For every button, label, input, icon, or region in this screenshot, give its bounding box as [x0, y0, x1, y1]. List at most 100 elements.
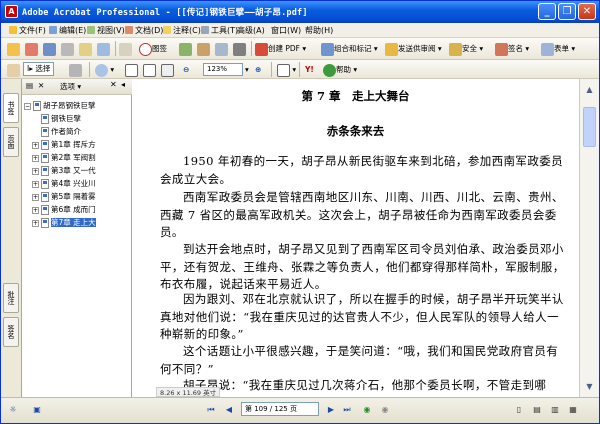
- navigation-toolbar: I▸ 选择 ▾ ⊖ 123% ▾ ⊕ ▾ Y! 帮助 ▾: [1, 60, 599, 79]
- window-title: Adobe Acrobat Professional - [[传记]钢铁巨擘——…: [22, 8, 308, 18]
- attach-button[interactable]: [197, 41, 210, 56]
- scroll-down-icon[interactable]: ▼: [583, 380, 596, 393]
- create-pdf-small-button[interactable]: [25, 41, 38, 56]
- create-pdf-button[interactable]: 创建 PDF ▾: [255, 41, 306, 56]
- delete-bookmark-icon[interactable]: ✕: [38, 81, 44, 90]
- expand-icon[interactable]: +: [32, 141, 39, 149]
- expand-icon[interactable]: +: [32, 180, 39, 188]
- zoom-out-button[interactable]: ⊖: [183, 62, 189, 77]
- actual-size-button[interactable]: [125, 62, 138, 77]
- magnifier-icon: [95, 63, 108, 77]
- status-bar: ☼ ▣ ⏮ ◀ 第 109 / 125 页 ▶ ⏭ ◉ ◉ ▯ ▤ ▥ ▦: [1, 397, 599, 423]
- minimize-button[interactable]: _: [538, 3, 556, 20]
- menu-help-label: 帮助(H): [305, 26, 334, 35]
- bookmark-item[interactable]: + 第7章 走上大: [32, 216, 96, 230]
- search-button[interactable]: [97, 41, 110, 56]
- page-number-field[interactable]: 第 109 / 125 页: [241, 402, 319, 416]
- save-button[interactable]: [43, 41, 56, 56]
- sign-button[interactable]: 签名 ▾: [495, 41, 529, 56]
- single-page-icon[interactable]: ▯: [513, 403, 525, 417]
- document-view: 第 7 章 走上大舞台 赤条条来去 1950 年初春的一天，胡子昂从新民街驱车来…: [132, 79, 579, 397]
- yahoo-search-button[interactable]: Y!: [305, 62, 314, 77]
- menu-edit[interactable]: 编辑(E): [49, 25, 86, 36]
- zoom-level-field[interactable]: 123%: [203, 63, 243, 76]
- tab-pages[interactable]: 页面: [3, 127, 19, 157]
- tab-bookmarks[interactable]: 书签: [3, 93, 19, 123]
- next-page-button[interactable]: ▶: [325, 403, 337, 417]
- menu-comments[interactable]: 注释(C): [163, 25, 201, 36]
- zoom-tool-button[interactable]: ▾: [95, 62, 114, 77]
- tab-signatures[interactable]: 签名: [3, 317, 19, 347]
- menu-comments-label: 注释(C): [173, 26, 201, 35]
- vertical-scrollbar[interactable]: ▲ ▼: [579, 79, 599, 397]
- snapshot-button[interactable]: [69, 62, 82, 77]
- hand-tool-button[interactable]: [7, 62, 20, 77]
- close-button[interactable]: ✕: [578, 3, 596, 20]
- bookmark-item[interactable]: 作者简介: [32, 125, 81, 139]
- collapse-icon[interactable]: −: [24, 102, 31, 110]
- expand-icon[interactable]: +: [32, 219, 39, 227]
- email-button[interactable]: [79, 41, 92, 56]
- last-page-button[interactable]: ⏭: [341, 403, 353, 417]
- continuous-icon[interactable]: ▤: [531, 403, 543, 417]
- rotate-button[interactable]: ▾: [277, 62, 296, 77]
- bookmark-item[interactable]: + 第4章 兴业川: [32, 177, 96, 191]
- combine-button[interactable]: 组合和标记 ▾: [321, 41, 378, 56]
- menu-view[interactable]: 视图(V): [87, 25, 125, 36]
- print-button[interactable]: [61, 41, 74, 56]
- fit-page-button[interactable]: [143, 62, 156, 77]
- bookmark-item[interactable]: + 第1章 挥斥方: [32, 138, 96, 152]
- expand-icon[interactable]: +: [32, 167, 39, 175]
- stamp-button[interactable]: [233, 41, 246, 56]
- display-mode-icon[interactable]: ▣: [31, 403, 43, 417]
- scroll-thumb[interactable]: [583, 107, 596, 147]
- close-panel-icon[interactable]: ✕: [110, 80, 117, 89]
- first-page-button[interactable]: ⏮: [205, 403, 217, 417]
- help-button[interactable]: 帮助 ▾: [323, 62, 357, 77]
- hand-status-icon[interactable]: ☼: [7, 403, 19, 417]
- tab-comments[interactable]: 批注: [3, 283, 19, 313]
- options-menu[interactable]: 选项 ▾: [60, 81, 81, 92]
- select-tool-button[interactable]: I▸ 选择: [23, 62, 55, 76]
- ink-button[interactable]: [179, 41, 192, 56]
- menu-tools[interactable]: 工具(T): [201, 25, 238, 36]
- facing-icon[interactable]: ▥: [549, 403, 561, 417]
- menu-file-label: 文件(F): [19, 26, 46, 35]
- go-forward-button[interactable]: ◉: [379, 403, 391, 417]
- new-bookmark-icon[interactable]: ▤: [26, 81, 33, 90]
- expand-icon[interactable]: +: [32, 154, 39, 162]
- menu-document-label: 文档(D): [135, 26, 164, 35]
- bookmark-item[interactable]: + 第3章 又一代: [32, 164, 96, 178]
- forms-button[interactable]: 表单 ▾: [541, 41, 575, 56]
- previous-page-button[interactable]: ◀: [223, 403, 235, 417]
- menu-advanced[interactable]: 高级(A): [237, 25, 265, 36]
- title-bar: A Adobe Acrobat Professional - [[传记]钢铁巨擘…: [1, 1, 599, 23]
- collapse-panel-icon[interactable]: ◂: [121, 80, 125, 89]
- open-button[interactable]: [7, 41, 20, 56]
- view-menu-icon: [87, 26, 95, 34]
- bookmark-item[interactable]: − 胡子昂钢铁巨擘: [24, 99, 96, 113]
- bookmark-item[interactable]: + 第6章 成而门: [32, 203, 96, 217]
- send-review-button[interactable]: 发送供审阅 ▾: [385, 41, 442, 56]
- continuous-facing-icon[interactable]: ▦: [567, 403, 579, 417]
- menu-help[interactable]: 帮助(H): [305, 25, 333, 36]
- menu-document[interactable]: 文档(D): [125, 25, 163, 36]
- zoom-in-button[interactable]: ⊕: [255, 62, 261, 77]
- expand-icon[interactable]: +: [32, 193, 39, 201]
- bookmark-item[interactable]: + 第5章 隔着雾: [32, 190, 96, 204]
- cloud-button[interactable]: [215, 41, 228, 56]
- zoom-dropdown[interactable]: ▾: [245, 62, 249, 77]
- bookmark-label: 第2章 军阀割: [51, 153, 96, 162]
- secure-button[interactable]: 安全 ▾: [449, 41, 483, 56]
- go-back-button[interactable]: ◉: [361, 403, 373, 417]
- intro-button[interactable]: 图签: [139, 41, 167, 56]
- expand-icon[interactable]: +: [32, 206, 39, 214]
- bookmark-item[interactable]: 钢铁巨擘: [32, 112, 81, 126]
- bookmark-item[interactable]: + 第2章 军阀割: [32, 151, 96, 165]
- menu-file[interactable]: 文件(F): [9, 25, 46, 36]
- restore-button[interactable]: ❐: [558, 3, 576, 20]
- bookmark-tool-button[interactable]: [119, 41, 132, 56]
- fit-width-button[interactable]: [161, 62, 174, 77]
- menu-window[interactable]: 窗口(W): [271, 25, 301, 36]
- scroll-up-icon[interactable]: ▲: [583, 83, 596, 96]
